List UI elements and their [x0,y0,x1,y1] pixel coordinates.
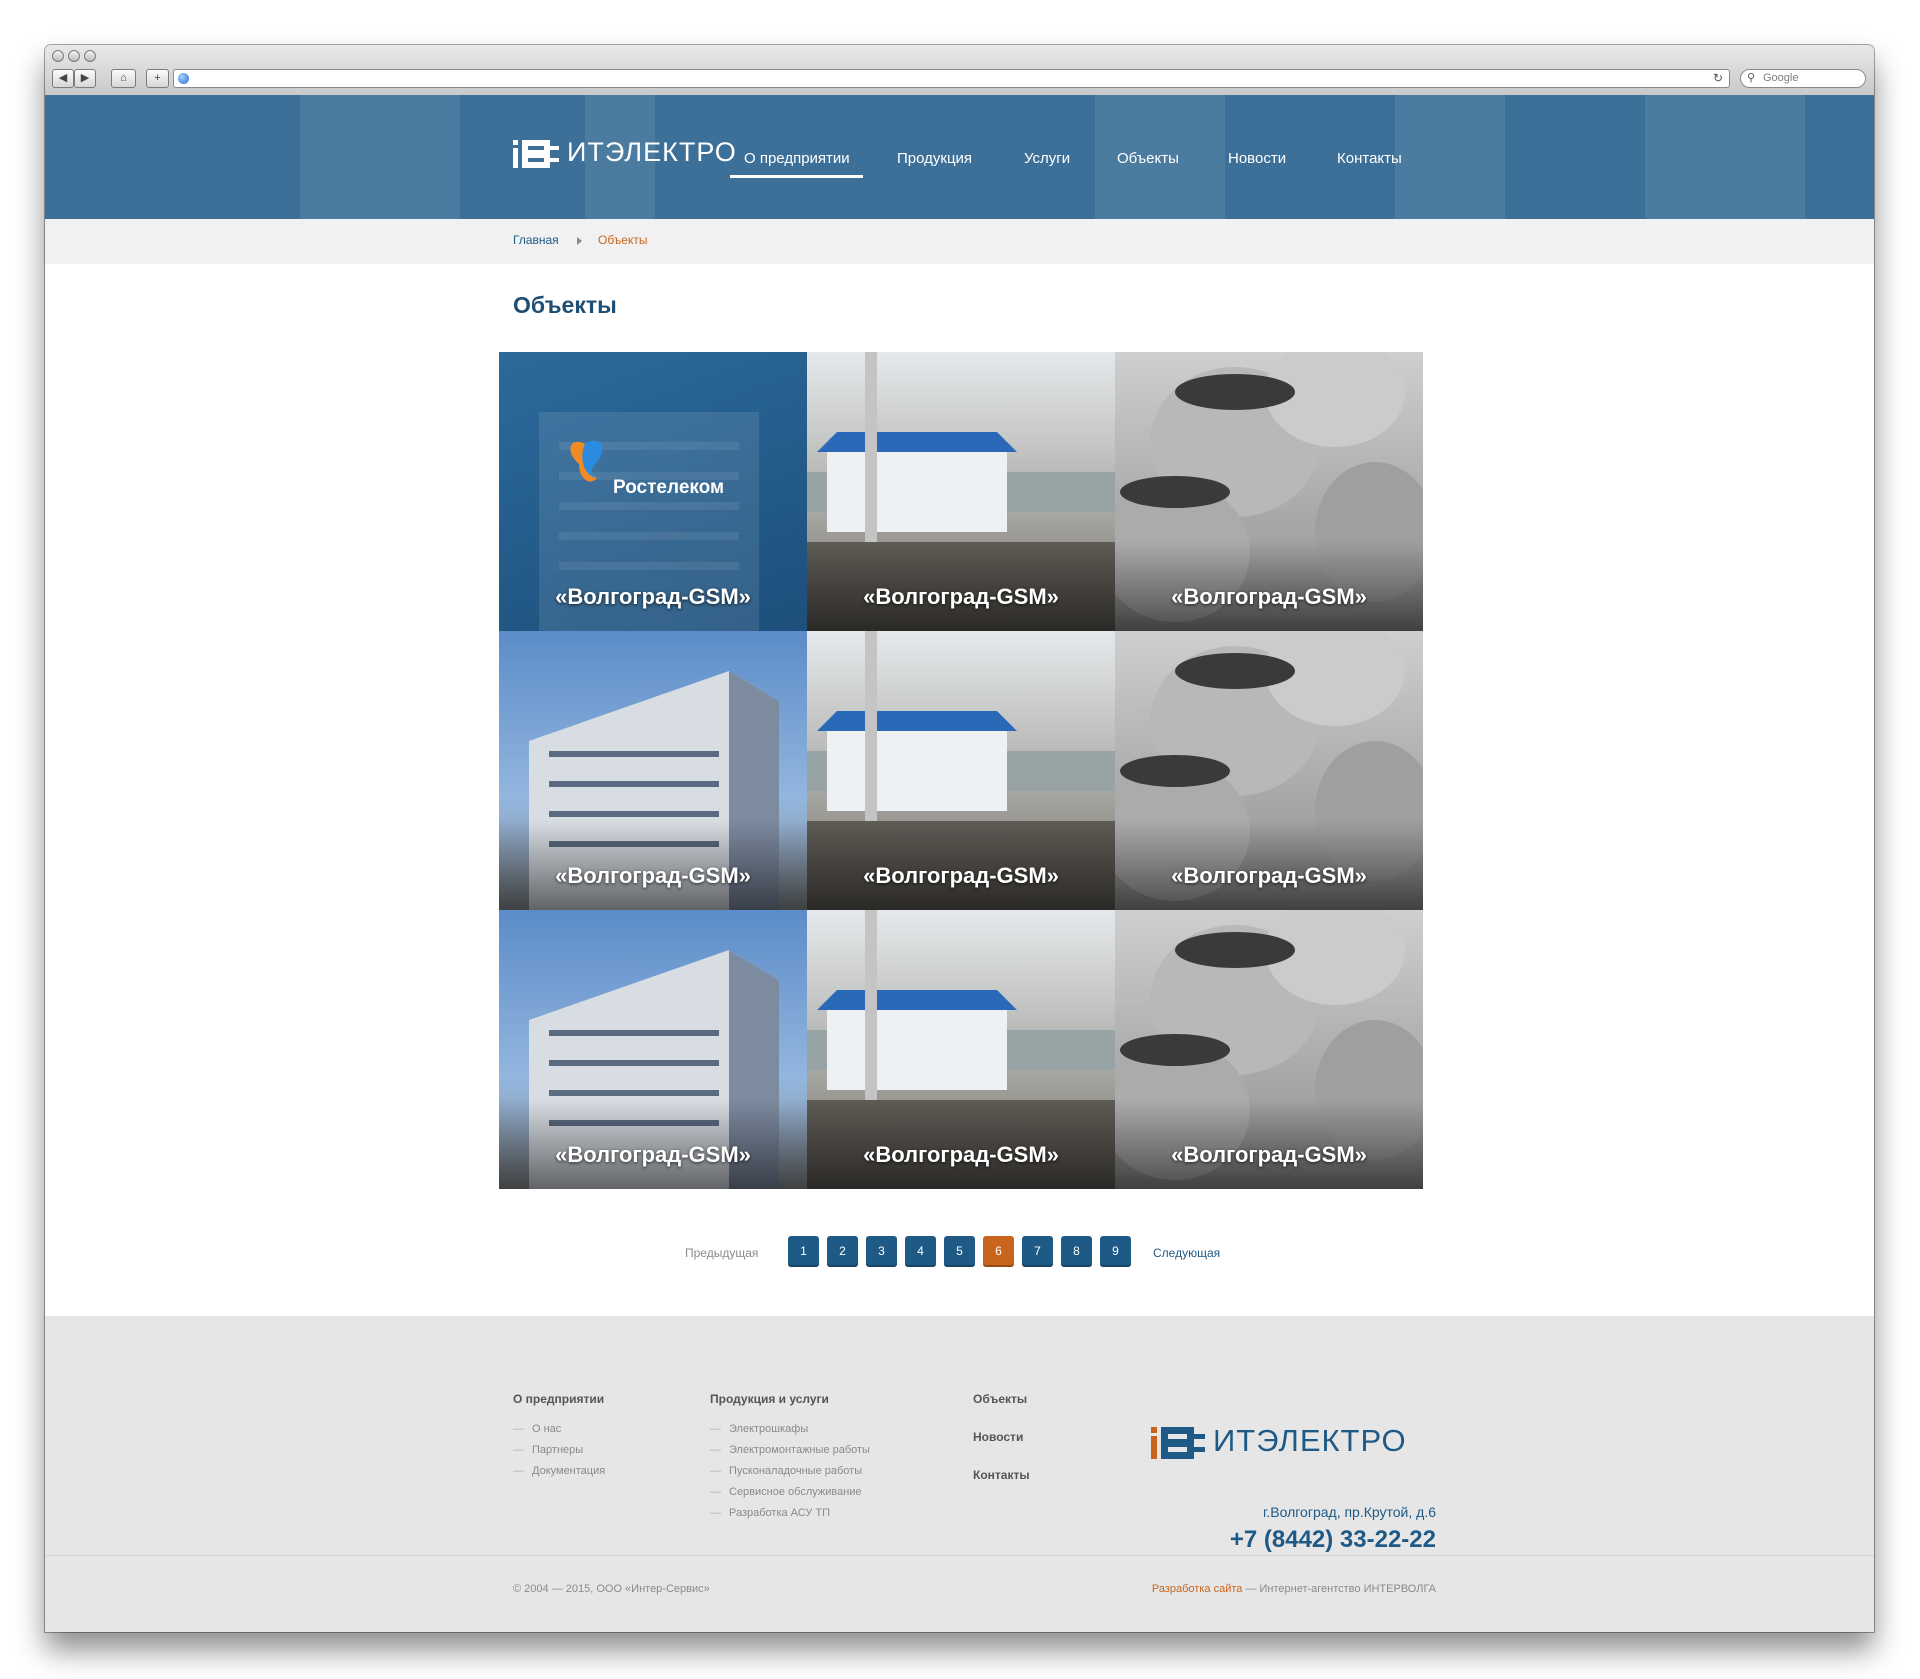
footer-divider [45,1555,1874,1556]
footer-copyright: © 2004 — 2015, ООО «Интер-Сервис» [513,1583,710,1595]
home-icon: ⌂ [120,72,127,84]
browser-toolbar: ◀ ▶ ⌂ + ↻ ⚲ Google [45,45,1874,96]
footer-link-partners[interactable]: Партнеры [513,1444,583,1456]
home-button[interactable]: ⌂ [111,69,136,88]
footer-heading-products[interactable]: Продукция и услуги [710,1392,829,1406]
page-button-7[interactable]: 7 [1022,1236,1053,1267]
footer-address: г.Волгоград, пр.Крутой, д.6 [1262,1504,1436,1520]
page-title: Объекты [513,292,617,318]
object-tile[interactable]: «Волгоград-GSM» [807,352,1115,631]
tile-caption: «Волгоград-GSM» [863,863,1059,888]
nav-item-about[interactable]: О предприятии [744,150,850,167]
footer-link-asu-tp[interactable]: Разработка АСУ ТП [710,1507,830,1519]
nav-item-products[interactable]: Продукция [897,150,972,167]
footer-link-docs[interactable]: Документация [513,1465,605,1477]
nav-item-services[interactable]: Услуги [1024,150,1070,167]
site-footer [45,1316,1874,1632]
breadcrumb-separator-icon [577,237,582,245]
object-tile[interactable]: Ростелеком «Волгоград-GSM» [499,352,807,631]
back-button[interactable]: ◀ [52,69,74,88]
new-tab-button[interactable]: + [146,69,169,88]
globe-icon [178,73,189,84]
breadcrumb: Главная Объекты [45,219,1874,264]
object-tile[interactable]: «Волгоград-GSM» [1115,352,1423,631]
footer-link-objects[interactable]: Объекты [973,1392,1027,1406]
footer-link-installation[interactable]: Электромонтажные работы [710,1444,870,1456]
footer-link-cabinets[interactable]: Электрошкафы [710,1423,808,1435]
browser-search-placeholder: Google [1763,72,1799,84]
nav-item-objects[interactable]: Объекты [1117,150,1179,167]
rostelecom-logo-text: Ростелеком [613,477,725,498]
footer-dev-text: — Интернет-агентство ИНТЕРВОЛГА [1242,1583,1436,1595]
tile-caption: «Волгоград-GSM» [555,863,751,888]
tile-caption: «Волгоград-GSM» [863,1142,1059,1167]
objects-grid: Ростелеком «Волгоград-GSM» «Волгоград-GS… [499,352,1423,1189]
footer-developer: Разработка сайта — Интернет-агентство ИН… [1152,1583,1436,1595]
page-button-1[interactable]: 1 [788,1236,819,1267]
forward-arrow-icon: ▶ [80,72,90,84]
logo-text: ИТЭЛЕКТРО [567,137,737,167]
footer-link-news[interactable]: Новости [973,1430,1023,1444]
minimize-window-button[interactable] [68,50,80,62]
tile-caption: «Волгоград-GSM» [555,584,751,609]
pagination-prev[interactable]: Предыдущая [685,1246,758,1260]
object-tile[interactable]: «Волгоград-GSM» [807,631,1115,910]
logo-mark-icon [513,140,559,168]
footer-dev-link[interactable]: Разработка сайта [1152,1583,1242,1595]
tile-caption: «Волгоград-GSM» [1171,584,1367,609]
object-tile[interactable]: «Волгоград-GSM» [499,910,807,1189]
forward-button[interactable]: ▶ [74,69,96,88]
address-bar[interactable]: ↻ [173,69,1730,88]
breadcrumb-home[interactable]: Главная [513,233,559,247]
page-button-6-current[interactable]: 6 [983,1236,1014,1267]
page-button-4[interactable]: 4 [905,1236,936,1267]
footer-link-contacts[interactable]: Контакты [973,1468,1030,1482]
object-tile[interactable]: «Волгоград-GSM» [1115,910,1423,1189]
nav-item-contacts[interactable]: Контакты [1337,150,1402,167]
breadcrumb-current: Объекты [598,233,648,247]
page-button-8[interactable]: 8 [1061,1236,1092,1267]
zoom-window-button[interactable] [84,50,96,62]
object-tile[interactable]: «Волгоград-GSM» [499,631,807,910]
tile-caption: «Волгоград-GSM» [1171,863,1367,888]
footer-logo-mark-icon [1151,1427,1205,1459]
pagination-next[interactable]: Следующая [1153,1246,1220,1260]
back-arrow-icon: ◀ [58,72,68,84]
nav-active-indicator [730,175,863,178]
footer-link-service[interactable]: Сервисное обслуживание [710,1486,862,1498]
nav-item-news[interactable]: Новости [1228,150,1286,167]
close-window-button[interactable] [52,50,64,62]
page-button-5[interactable]: 5 [944,1236,975,1267]
footer-link-commissioning[interactable]: Пусконаладочные работы [710,1465,862,1477]
tile-caption: «Волгоград-GSM» [863,584,1059,609]
page-button-2[interactable]: 2 [827,1236,858,1267]
page-button-9[interactable]: 9 [1100,1236,1131,1267]
search-icon: ⚲ [1747,72,1756,84]
browser-search-input[interactable]: ⚲ Google [1740,69,1866,88]
browser-window: ◀ ▶ ⌂ + ↻ ⚲ Google ИТЭЛЕКТРО О предприят… [45,45,1874,1632]
object-tile[interactable]: «Волгоград-GSM» [1115,631,1423,910]
footer-link-about-us[interactable]: О нас [513,1423,561,1435]
object-tile[interactable]: «Волгоград-GSM» [807,910,1115,1189]
tile-caption: «Волгоград-GSM» [1171,1142,1367,1167]
plus-icon: + [154,72,161,84]
footer-heading-about[interactable]: О предприятии [513,1392,604,1406]
footer-phone[interactable]: +7 (8442) 33-22-22 [1230,1526,1436,1554]
footer-logo-text: ИТЭЛЕКТРО [1213,1423,1407,1458]
reload-icon[interactable]: ↻ [1713,70,1723,87]
tile-caption: «Волгоград-GSM» [555,1142,751,1167]
page-button-3[interactable]: 3 [866,1236,897,1267]
